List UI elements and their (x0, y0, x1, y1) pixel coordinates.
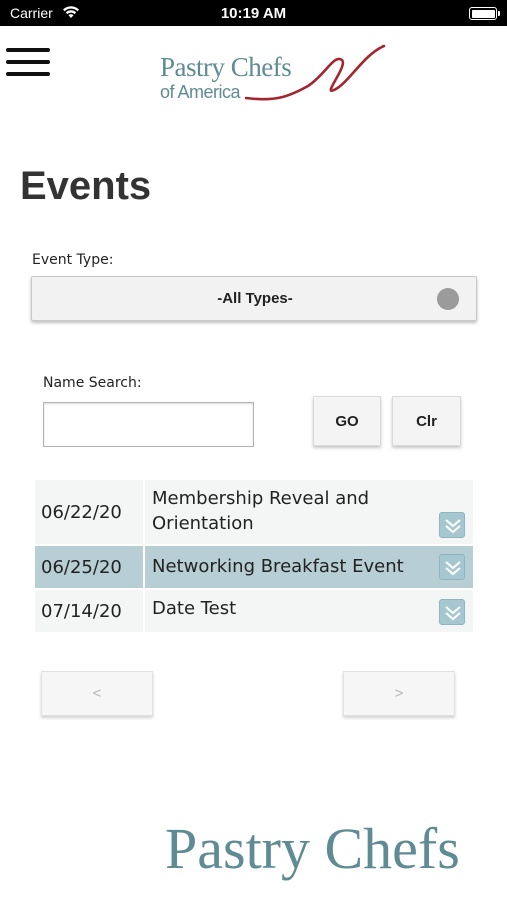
logo-line2: of America (160, 82, 241, 102)
expand-chevron-icon[interactable] (439, 599, 465, 625)
event-title: Date Test (152, 598, 237, 619)
event-date: 06/22/20 (35, 480, 145, 544)
clock: 10:19 AM (220, 5, 287, 22)
footer-logo: Pastry Chefs (165, 816, 460, 881)
event-date: 06/25/20 (35, 546, 145, 588)
event-title: Membership Reveal and Orientation (152, 488, 370, 534)
dropdown-indicator-icon (437, 288, 459, 310)
expand-chevron-icon[interactable] (439, 554, 465, 580)
status-bar: Carrier 10:19 AM (0, 0, 507, 26)
event-row[interactable]: 06/25/20 Networking Breakfast Event (35, 546, 473, 590)
menu-bar (6, 48, 50, 52)
hamburger-menu-icon[interactable] (6, 44, 52, 80)
menu-bar (6, 60, 50, 64)
event-type-select[interactable]: -All Types- (31, 276, 477, 321)
clear-button[interactable]: Clr (392, 396, 461, 446)
pastry-chefs-logo: Pastry Chefs of America (158, 40, 390, 112)
next-page-button[interactable]: > (343, 671, 455, 716)
menu-bar (6, 72, 50, 76)
events-list: 06/22/20 Membership Reveal and Orientati… (35, 480, 473, 634)
event-row[interactable]: 06/22/20 Membership Reveal and Orientati… (35, 480, 473, 546)
battery-icon (469, 7, 500, 20)
name-search-input[interactable] (43, 402, 254, 447)
expand-chevron-icon[interactable] (439, 512, 465, 538)
previous-page-button[interactable]: < (41, 671, 153, 716)
page-title: Events (20, 164, 152, 208)
event-row[interactable]: 07/14/20 Date Test (35, 590, 473, 634)
event-type-label: Event Type: (32, 252, 114, 268)
events-screen: Carrier 10:19 AM Pastry Chefs of America… (0, 0, 507, 900)
event-date: 07/14/20 (35, 590, 145, 632)
logo-line1: Pastry Chefs (160, 52, 292, 82)
event-title: Networking Breakfast Event (152, 556, 404, 577)
event-type-value: -All Types- (217, 290, 293, 307)
name-search-label: Name Search: (43, 375, 142, 391)
go-button[interactable]: GO (313, 396, 381, 446)
